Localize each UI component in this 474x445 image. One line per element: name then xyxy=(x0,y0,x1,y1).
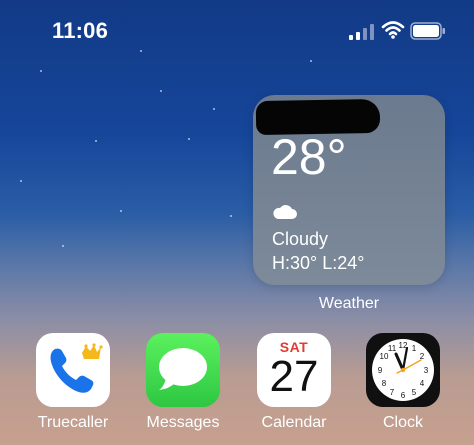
weather-temperature: 28° xyxy=(271,129,347,185)
cloud-icon xyxy=(273,205,297,219)
clock-icon: 12 1 2 3 4 5 6 7 8 9 10 11 xyxy=(372,339,434,401)
svg-text:10: 10 xyxy=(380,352,389,361)
app-calendar[interactable]: SAT 27 xyxy=(257,333,331,407)
wifi-icon xyxy=(381,21,405,39)
truecaller-icon xyxy=(50,343,103,393)
svg-text:4: 4 xyxy=(420,379,425,388)
svg-text:7: 7 xyxy=(390,388,395,397)
status-time: 11:06 xyxy=(52,18,109,43)
messages-icon xyxy=(159,348,207,390)
calendar-date: 27 xyxy=(269,352,319,401)
svg-text:11: 11 xyxy=(388,344,397,353)
app-label-calendar: Calendar xyxy=(261,414,327,431)
svg-text:9: 9 xyxy=(378,366,383,375)
weather-widget-label: Weather xyxy=(318,295,380,312)
app-clock[interactable]: 12 1 2 3 4 5 6 7 8 9 10 11 xyxy=(366,333,440,407)
svg-text:1: 1 xyxy=(412,344,417,353)
app-messages[interactable] xyxy=(146,333,220,407)
app-truecaller[interactable] xyxy=(36,333,110,407)
svg-text:3: 3 xyxy=(424,366,429,375)
location-redaction xyxy=(255,98,381,136)
status-bar: 11:06 xyxy=(0,0,474,60)
weather-high-low: H:30° L:24° xyxy=(272,253,365,273)
cellular-signal-icon xyxy=(349,24,374,40)
svg-text:8: 8 xyxy=(382,379,387,388)
battery-icon xyxy=(410,22,445,40)
app-label-clock: Clock xyxy=(382,414,423,431)
svg-text:6: 6 xyxy=(401,391,406,400)
app-label-truecaller: Truecaller xyxy=(37,414,109,431)
svg-text:5: 5 xyxy=(412,388,417,397)
weather-condition: Cloudy xyxy=(272,229,329,249)
app-label-messages: Messages xyxy=(146,414,220,431)
